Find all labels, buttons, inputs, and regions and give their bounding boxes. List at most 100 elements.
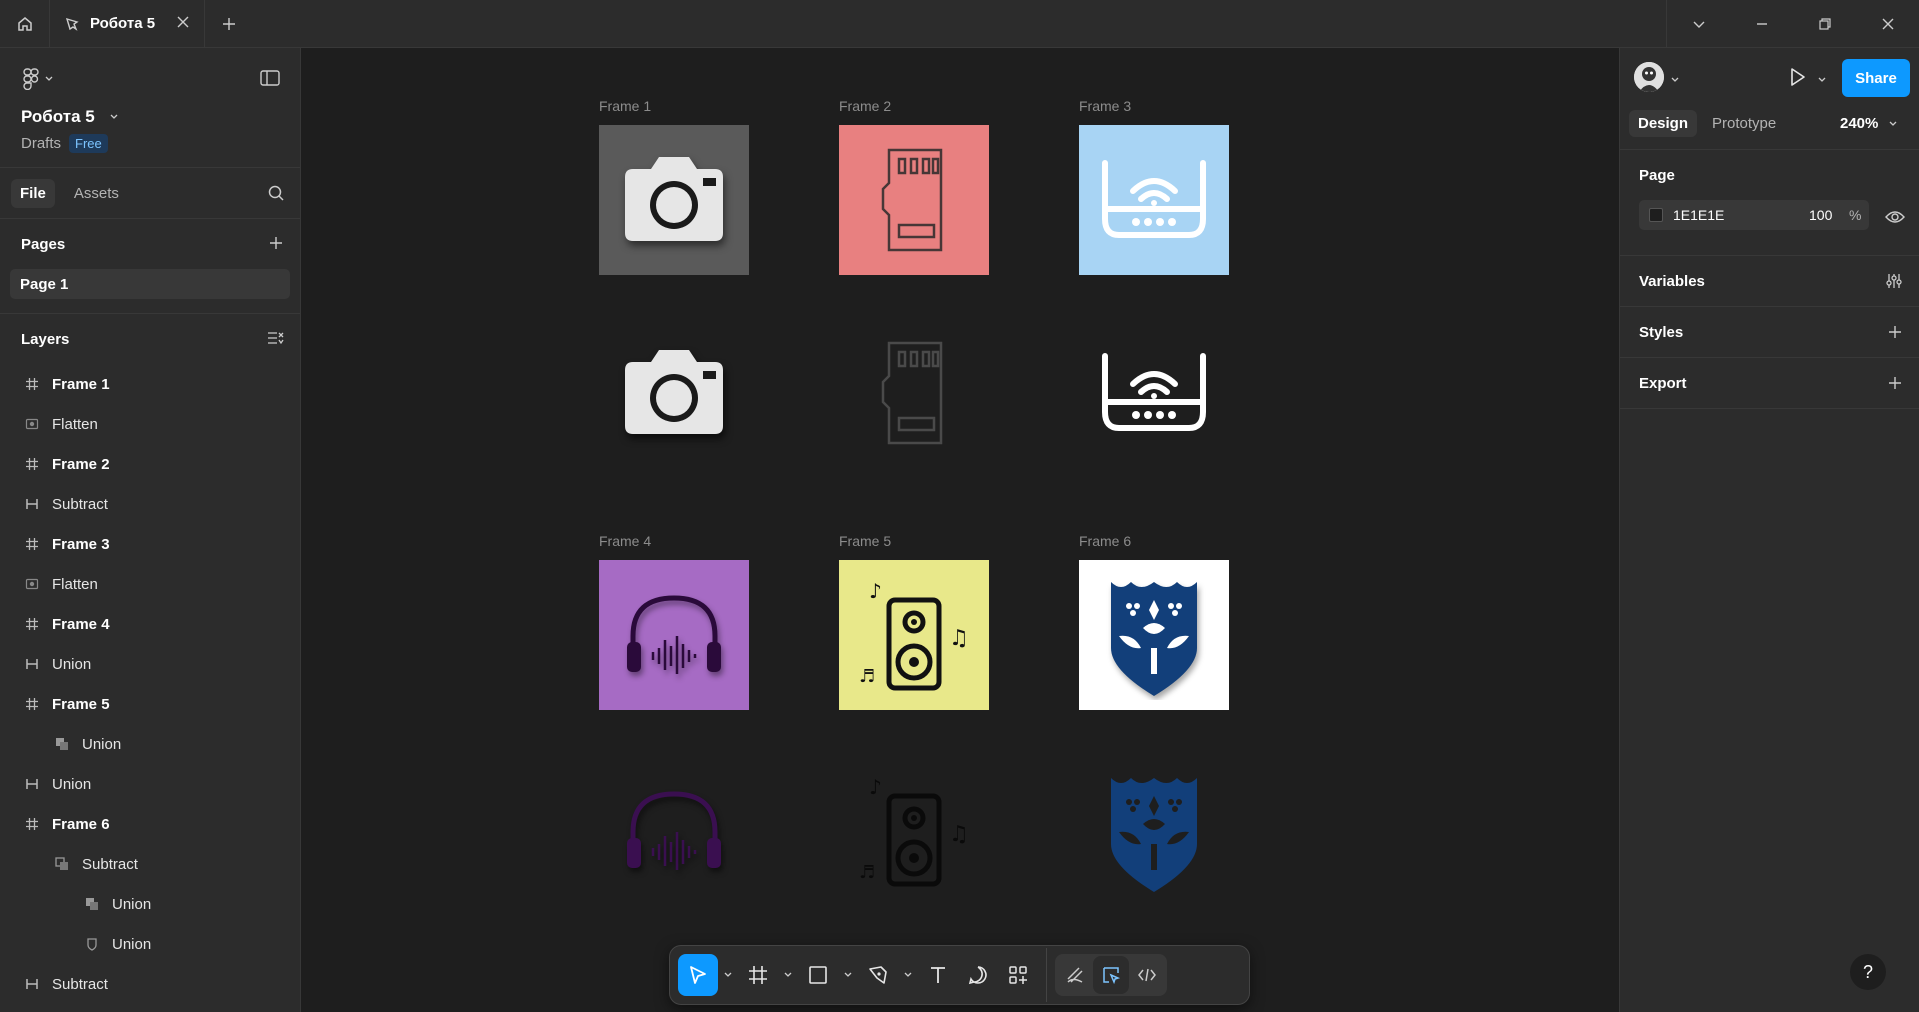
- layer-item[interactable]: Subtract: [0, 964, 300, 1004]
- drafts-label[interactable]: Drafts: [21, 135, 61, 152]
- flatten-router[interactable]: [1079, 318, 1229, 468]
- layer-item[interactable]: Union: [0, 644, 300, 684]
- union-headphones[interactable]: [599, 756, 749, 906]
- frame-6[interactable]: [1079, 560, 1229, 710]
- layer-item[interactable]: Union: [0, 884, 300, 924]
- move-tool[interactable]: [678, 954, 718, 996]
- layer-label: Subtract: [52, 975, 108, 993]
- share-button[interactable]: Share: [1842, 59, 1910, 97]
- layer-item[interactable]: Frame 1: [0, 364, 300, 404]
- shape-tool[interactable]: [798, 954, 838, 996]
- page-fill-swatch[interactable]: [1649, 208, 1663, 222]
- frame-4-label[interactable]: Frame 4: [599, 533, 651, 549]
- page-fill-hex[interactable]: 1E1E1E: [1673, 207, 1724, 223]
- percent-sign: %: [1849, 207, 1862, 223]
- present-button[interactable]: [1786, 66, 1808, 93]
- chevron-down-icon: [45, 76, 53, 81]
- toggle-visibility-button[interactable]: [1885, 210, 1905, 229]
- layers-options-button[interactable]: [266, 330, 284, 350]
- layer-item[interactable]: Flatten: [0, 404, 300, 444]
- speaker-icon: ♪ ♫ ♬: [859, 579, 969, 691]
- pages-header: Pages: [0, 219, 300, 269]
- frame-2-label[interactable]: Frame 2: [839, 98, 891, 114]
- tab-assets[interactable]: Assets: [65, 179, 128, 208]
- search-button[interactable]: [267, 184, 285, 206]
- frame-6-label[interactable]: Frame 6: [1079, 533, 1131, 549]
- add-page-button[interactable]: [268, 235, 284, 255]
- layer-item[interactable]: Frame 4: [0, 604, 300, 644]
- comment-tool[interactable]: [958, 954, 998, 996]
- frame-tool[interactable]: [738, 954, 778, 996]
- layers-header: Layers: [0, 314, 300, 364]
- sd-card-icon: [881, 148, 943, 252]
- layer-item[interactable]: Flatten: [0, 564, 300, 604]
- layer-item[interactable]: Frame 6: [0, 804, 300, 844]
- project-location: Drafts Free: [21, 134, 108, 153]
- frame-tool-menu[interactable]: [778, 970, 798, 980]
- main-menu-button[interactable]: [22, 68, 54, 90]
- page-fill-opacity[interactable]: 100: [1809, 207, 1832, 223]
- layer-item[interactable]: Frame 3: [0, 524, 300, 564]
- subtract-ornament[interactable]: [1079, 756, 1229, 906]
- actions-tool[interactable]: [998, 954, 1038, 996]
- frame-5-label[interactable]: Frame 5: [839, 533, 891, 549]
- tab-file[interactable]: File: [11, 178, 55, 208]
- present-menu-button[interactable]: [1817, 72, 1827, 90]
- svg-text:♬: ♬: [859, 862, 875, 883]
- union-speaker[interactable]: ♪ ♫ ♬: [839, 756, 989, 906]
- frame-5[interactable]: ♪ ♫ ♬: [839, 560, 989, 710]
- restore-button[interactable]: [1793, 0, 1856, 47]
- page-fill-row[interactable]: 1E1E1E 100 %: [1639, 200, 1869, 230]
- zoom-control[interactable]: 240%: [1840, 115, 1898, 132]
- tab-prototype[interactable]: Prototype: [1703, 110, 1785, 137]
- page-section: Page 1E1E1E 100 %: [1620, 150, 1919, 256]
- frame-1-label[interactable]: Frame 1: [599, 98, 651, 114]
- add-style-button[interactable]: [1887, 324, 1903, 345]
- frame-1[interactable]: [599, 125, 749, 275]
- home-button[interactable]: [0, 0, 50, 47]
- subtract-sd-card[interactable]: [839, 318, 989, 468]
- layer-item[interactable]: Subtract: [0, 844, 300, 884]
- layer-item[interactable]: Frame 2: [0, 444, 300, 484]
- frame-3-label[interactable]: Frame 3: [1079, 98, 1131, 114]
- camera-icon: [625, 157, 723, 241]
- layer-item[interactable]: Frame 5: [0, 684, 300, 724]
- help-button[interactable]: ?: [1850, 954, 1886, 990]
- variables-title[interactable]: Variables: [1620, 256, 1919, 306]
- variables-button[interactable]: [1885, 273, 1903, 294]
- frame-3[interactable]: [1079, 125, 1229, 275]
- pen-tool-menu[interactable]: [898, 970, 918, 980]
- file-tab[interactable]: Робота 5: [50, 0, 205, 47]
- layer-item[interactable]: Subtract: [0, 484, 300, 524]
- layer-item[interactable]: Union: [0, 924, 300, 964]
- toggle-sidebar-button[interactable]: [260, 70, 280, 91]
- add-export-button[interactable]: [1887, 375, 1903, 396]
- dev-mode[interactable]: [1129, 956, 1165, 994]
- text-tool[interactable]: [918, 954, 958, 996]
- tabs-dropdown-button[interactable]: [1667, 0, 1730, 47]
- avatar[interactable]: [1634, 62, 1664, 92]
- frame-4[interactable]: [599, 560, 749, 710]
- canvas[interactable]: Frame 1 Frame 2 Frame 3 Frame 4 Frame 5 …: [302, 48, 1618, 1012]
- new-tab-button[interactable]: [205, 0, 253, 47]
- layer-item[interactable]: Union: [0, 764, 300, 804]
- frame-icon: [24, 376, 40, 392]
- speaker-icon: ♪ ♫ ♬: [859, 775, 969, 887]
- close-tab-button[interactable]: [176, 15, 190, 33]
- page-item-1[interactable]: Page 1: [10, 269, 290, 299]
- minimize-button[interactable]: [1730, 0, 1793, 47]
- tab-design[interactable]: Design: [1629, 110, 1698, 137]
- account-menu-button[interactable]: [1670, 72, 1680, 90]
- close-window-button[interactable]: [1856, 0, 1919, 47]
- pen-tool[interactable]: [858, 954, 898, 996]
- draw-mode[interactable]: [1057, 956, 1093, 994]
- layer-item[interactable]: Union: [0, 724, 300, 764]
- design-mode[interactable]: [1093, 956, 1129, 994]
- flatten-camera[interactable]: [599, 318, 749, 468]
- shape-tool-menu[interactable]: [838, 970, 858, 980]
- zoom-value: 240%: [1840, 115, 1879, 132]
- project-name[interactable]: Робота 5: [21, 107, 119, 127]
- frame-2[interactable]: [839, 125, 989, 275]
- move-tool-menu[interactable]: [718, 970, 738, 980]
- plus-icon: [1889, 377, 1901, 389]
